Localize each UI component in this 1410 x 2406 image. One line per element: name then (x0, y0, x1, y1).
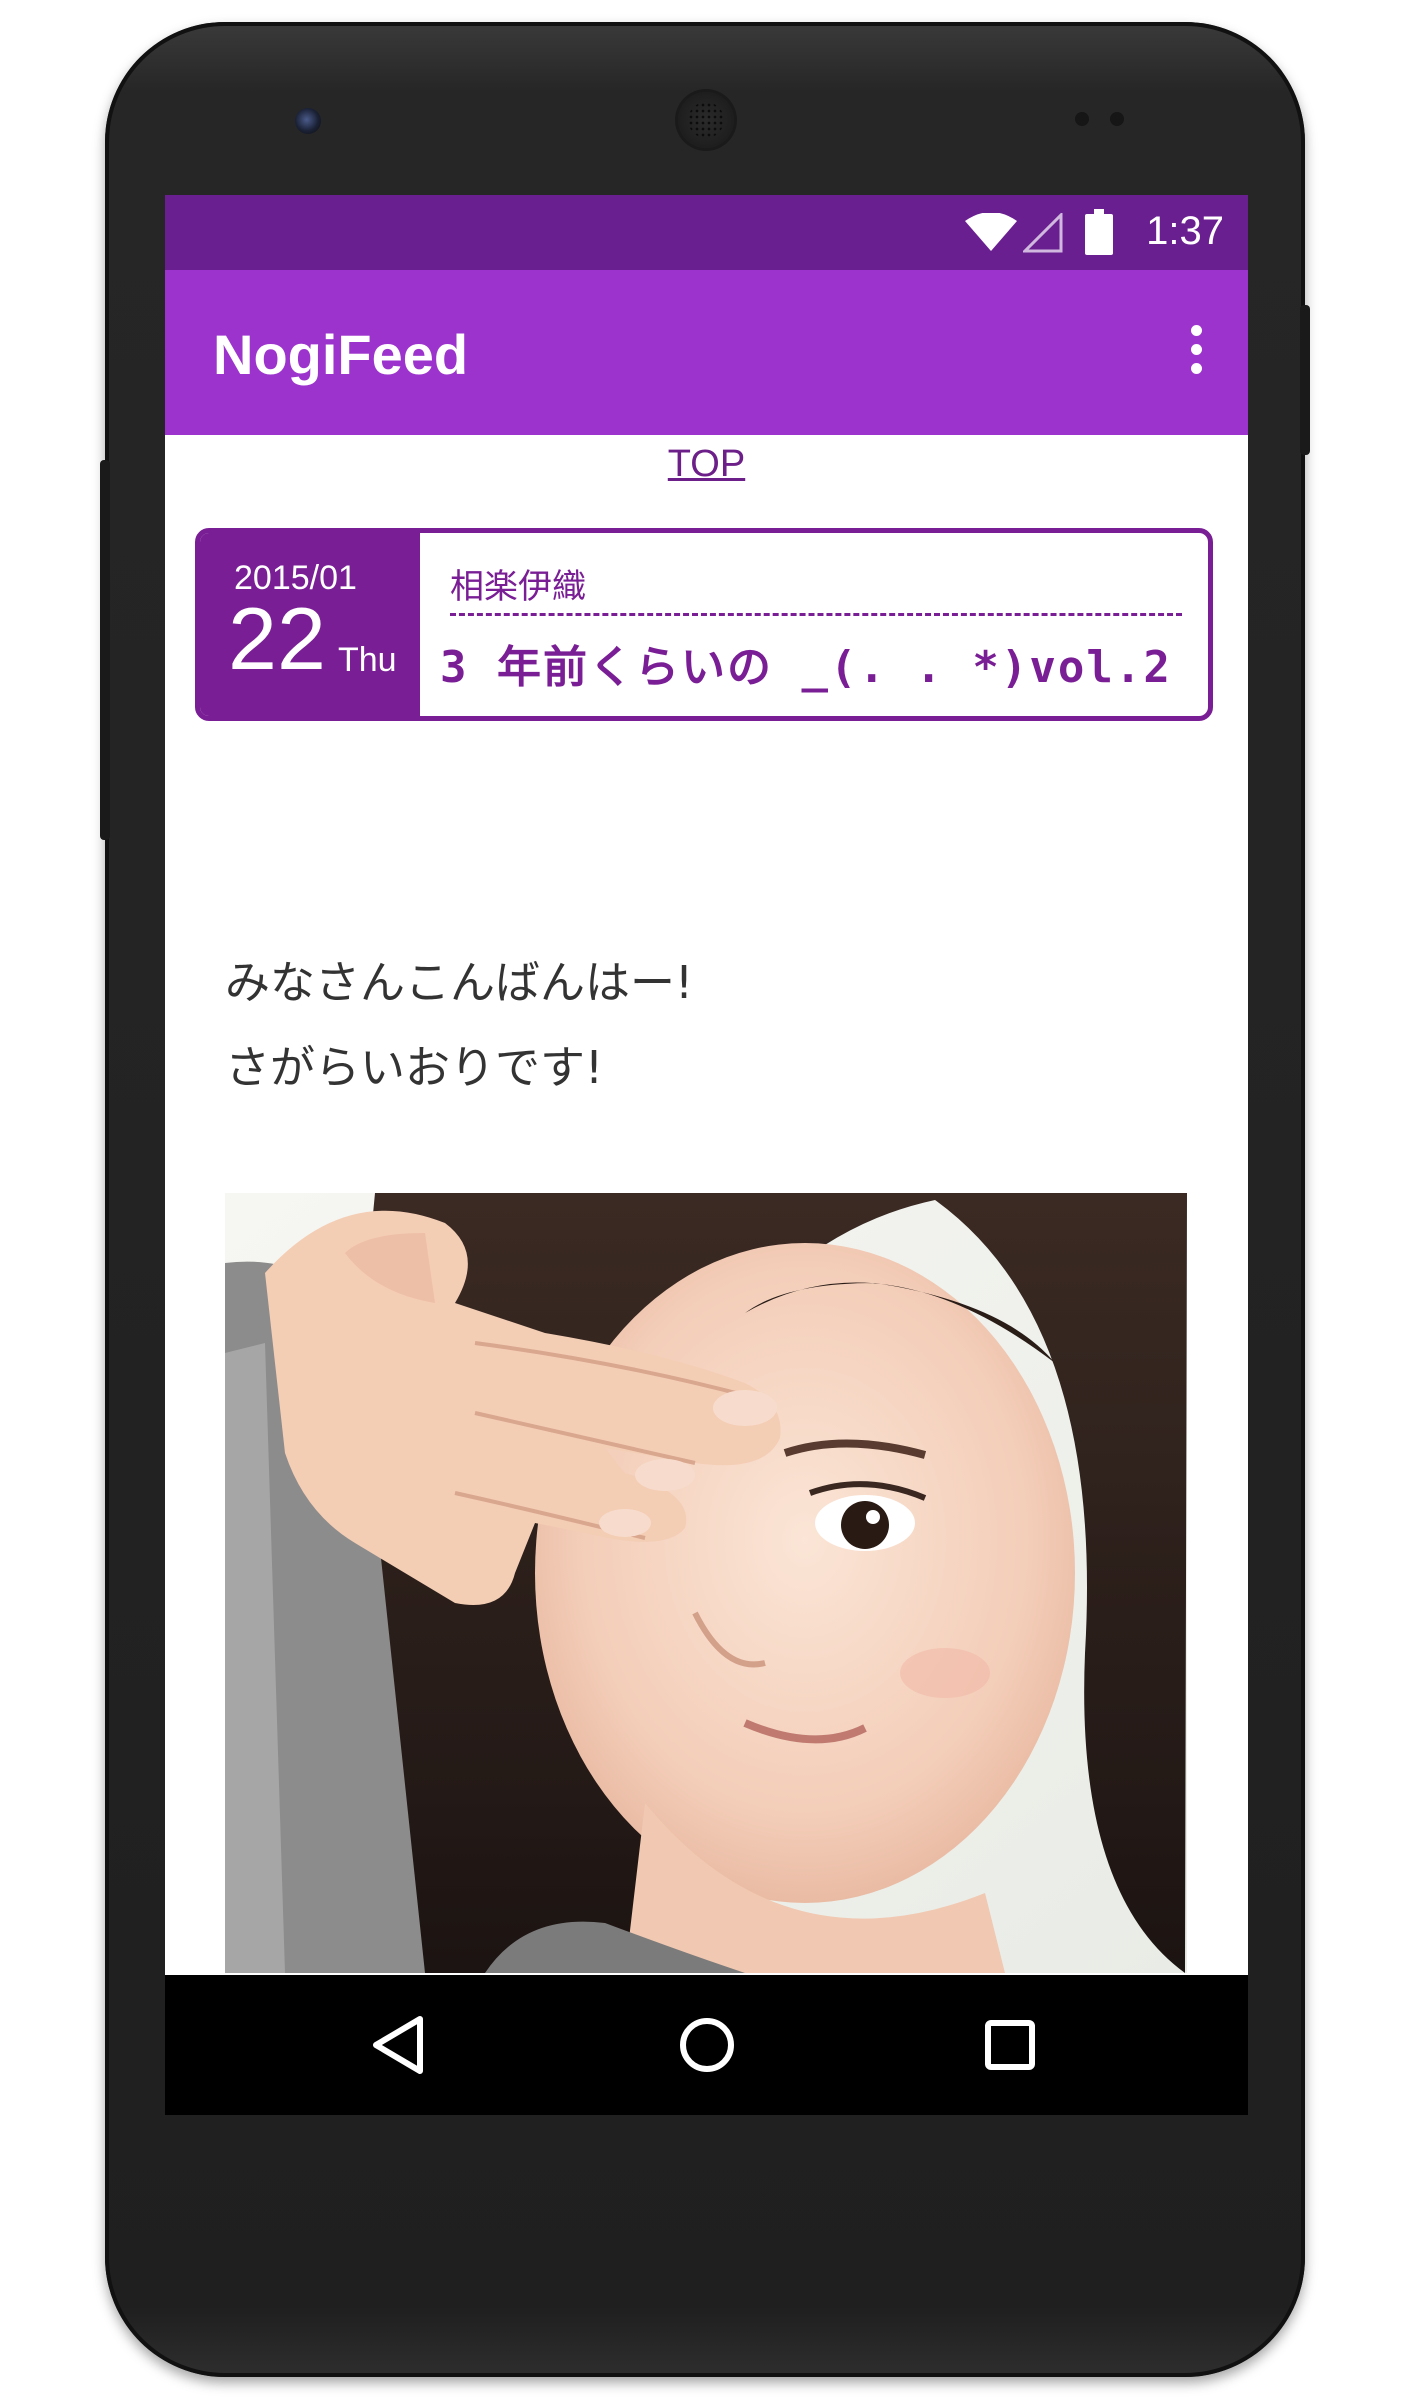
body-line: さがらいおりです! (225, 1041, 604, 1094)
screen: 1:37 NogiFeed TOP 2015/01 22 Thu 相楽伊織 3 … (165, 195, 1248, 2115)
status-bar: 1:37 (165, 195, 1248, 270)
light-sensor (1110, 112, 1124, 126)
wifi-icon (965, 213, 1017, 251)
power-button (1300, 305, 1310, 455)
entry-header-card: 2015/01 22 Thu 相楽伊織 3 年前くらいの _(. . *)vol… (195, 528, 1213, 721)
front-camera (295, 108, 321, 134)
navigation-bar (165, 1975, 1248, 2115)
entry-photo[interactable] (225, 1193, 1187, 1973)
back-icon[interactable] (360, 2005, 440, 2085)
body-line: みなさんこんばんはー! (225, 956, 694, 1009)
entry-title: 3 年前くらいの _(. . *)vol.2 (440, 642, 1172, 693)
date-day: 22 (228, 589, 326, 688)
home-icon[interactable] (667, 2005, 747, 2085)
app-title: NogiFeed (213, 323, 469, 386)
date-box: 2015/01 22 Thu (200, 533, 420, 716)
signal-icon (1023, 213, 1063, 253)
photo-image (225, 1193, 1187, 1973)
top-link-row: TOP (165, 443, 1248, 486)
proximity-sensor (1075, 112, 1089, 126)
volume-button (100, 460, 110, 840)
top-link[interactable]: TOP (668, 443, 745, 485)
recents-icon[interactable] (970, 2005, 1050, 2085)
status-time: 1:37 (1146, 209, 1224, 253)
earpiece-speaker (678, 92, 734, 148)
more-vert-icon[interactable] (1184, 325, 1208, 381)
battery-icon (1085, 209, 1113, 255)
app-bar: NogiFeed (165, 270, 1248, 435)
entry-body: みなさんこんばんはー! さがらいおりです! (225, 940, 693, 1110)
divider (450, 613, 1182, 616)
date-weekday: Thu (338, 641, 397, 679)
entry-author: 相楽伊織 (450, 567, 586, 607)
